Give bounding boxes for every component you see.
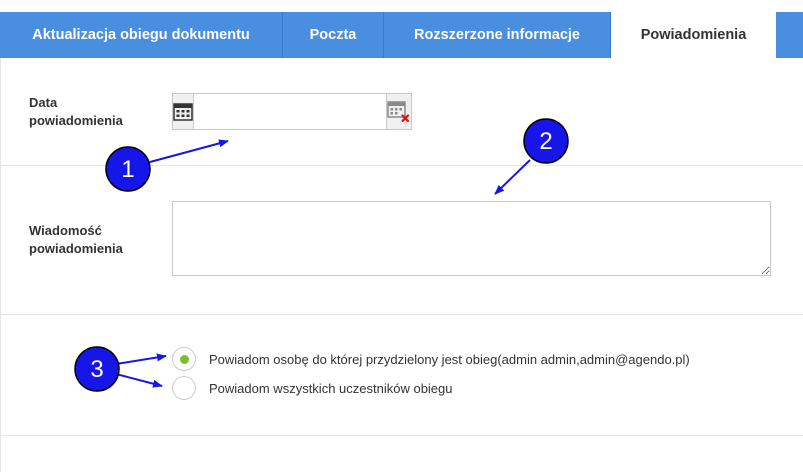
radio-selected-dot bbox=[179, 354, 189, 364]
tab-bar-top-strip bbox=[0, 0, 803, 12]
tab-rozszerzone-informacje[interactable]: Rozszerzone informacje bbox=[384, 12, 611, 58]
date-picker bbox=[172, 93, 412, 130]
section-divider bbox=[1, 165, 803, 166]
calendar-clear-button[interactable] bbox=[386, 94, 411, 129]
tab-poczta[interactable]: Poczta bbox=[283, 12, 384, 58]
date-input[interactable] bbox=[194, 94, 386, 129]
radio-label-all-participants: Powiadom wszystkich uczestników obiegu bbox=[209, 380, 453, 396]
message-textarea[interactable] bbox=[172, 201, 771, 276]
tab-aktualizacja-obiegu[interactable]: Aktualizacja obiegu dokumentu bbox=[0, 12, 283, 58]
section-divider bbox=[1, 435, 803, 436]
tab-powiadomienia[interactable]: Powiadomienia bbox=[611, 12, 776, 58]
date-label: Data powiadomienia bbox=[29, 95, 123, 128]
notifications-panel: Data powiadomienia Wiadomość powiadomien… bbox=[0, 58, 803, 472]
radio-button-all-participants[interactable] bbox=[172, 376, 196, 400]
calendar-clear-icon bbox=[387, 100, 410, 122]
radio-option-assignee[interactable]: Powiadom osobę do której przydzielony je… bbox=[172, 347, 690, 371]
message-label: Wiadomość powiadomienia bbox=[29, 223, 123, 256]
tab-overflow-edge[interactable] bbox=[776, 12, 803, 58]
radio-button-assignee[interactable] bbox=[172, 347, 196, 371]
calendar-open-button[interactable] bbox=[173, 94, 194, 129]
section-divider bbox=[1, 314, 803, 315]
tab-bar: Aktualizacja obiegu dokumentu Poczta Roz… bbox=[0, 0, 803, 58]
radio-label-assignee: Powiadom osobę do której przydzielony je… bbox=[209, 351, 690, 367]
radio-option-all-participants[interactable]: Powiadom wszystkich uczestników obiegu bbox=[172, 376, 453, 400]
calendar-icon bbox=[173, 102, 193, 121]
